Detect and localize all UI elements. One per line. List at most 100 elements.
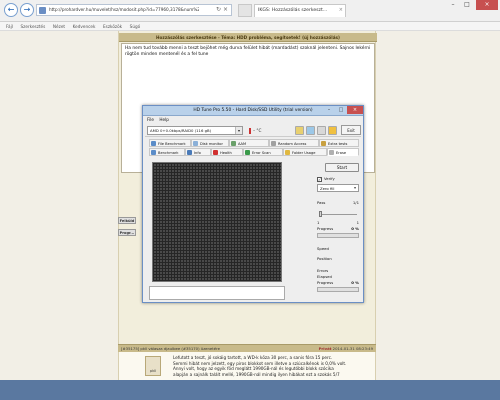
info-icon xyxy=(187,150,192,155)
tab-info-label: Info xyxy=(194,151,201,155)
drive-select[interactable]: AMD 0+0.0kbps/RAID0 (116 gB) ▾ xyxy=(147,126,243,135)
preview-button[interactable]: Progr... xyxy=(118,229,136,236)
close-button[interactable]: × xyxy=(476,0,498,10)
tab-file-benchmark-label: File Benchmark xyxy=(158,142,186,146)
tab-erase[interactable]: Erase xyxy=(327,148,359,156)
aam-icon xyxy=(231,141,236,146)
folder-usage-icon xyxy=(285,150,290,155)
menu-tools[interactable]: Eszközök xyxy=(103,22,122,31)
refresh-icon[interactable]: ↻ × xyxy=(216,6,228,13)
disk-monitor-icon xyxy=(193,141,198,146)
maximize-button[interactable]: □ xyxy=(460,0,474,10)
tab-random-access[interactable]: Random Access xyxy=(269,139,319,147)
progress-value-2: 0 % xyxy=(351,280,359,285)
error-scan-icon xyxy=(245,150,250,155)
submit-button[interactable]: Felküld xyxy=(118,217,136,224)
tab-active-label: IKGS: Hozzászólás szerkeszt... xyxy=(258,8,328,13)
file-benchmark-icon xyxy=(151,141,156,146)
erase-mode-select[interactable]: Zero fill ▾ xyxy=(317,184,359,192)
slider-thumb[interactable] xyxy=(319,211,322,217)
verify-checkbox[interactable]: ✓ Verify xyxy=(317,176,335,182)
menu-edit[interactable]: Szerkesztés xyxy=(21,22,46,31)
progress-label-1: Progress xyxy=(317,226,334,231)
tab-disk-monitor[interactable]: Disk monitor xyxy=(191,139,229,147)
pass-value: 1/1 xyxy=(352,200,359,205)
forward-button[interactable]: → xyxy=(20,3,34,17)
tab-folder-usage[interactable]: Folder Usage xyxy=(283,148,327,156)
extra-tests-icon xyxy=(321,141,326,146)
copy-icon[interactable] xyxy=(295,126,304,135)
hdtune-menu-file[interactable]: File xyxy=(147,116,154,124)
tab-error-scan[interactable]: Error Scan xyxy=(243,148,283,156)
tab-file-benchmark[interactable]: File Benchmark xyxy=(149,139,191,147)
avatar[interactable]: pkll xyxy=(145,356,161,376)
reply-header: [#35175] pkll válasza djaulbee (#35170) … xyxy=(118,344,376,352)
menu-view[interactable]: Nézet xyxy=(53,22,65,31)
thermometer-icon xyxy=(249,128,251,134)
address-url[interactable]: http://prohardver.hu/muvelet/hsz/modosit… xyxy=(49,7,199,12)
reply-text: Lefutott a teszt, jó sokáig tartott, a W… xyxy=(173,355,373,377)
chevron-down-icon[interactable]: ▾ xyxy=(235,127,242,134)
options-icon[interactable] xyxy=(328,126,337,135)
tab-disk-monitor-label: Disk monitor xyxy=(200,142,223,146)
start-button[interactable]: Start xyxy=(325,163,359,172)
verify-checkbox-box[interactable]: ✓ xyxy=(317,176,322,182)
progress-label-2: Progress xyxy=(317,280,334,285)
tab-benchmark[interactable]: Benchmark xyxy=(149,148,185,156)
hdtune-titlebar[interactable]: HD Tune Pro 5.50 - Hard Disk/SSD Utility… xyxy=(143,106,363,116)
verify-label: Verify xyxy=(324,176,335,181)
random-access-icon xyxy=(271,141,276,146)
reply-private-link[interactable]: Privát xyxy=(319,346,332,351)
tab-active[interactable]: IKGS: Hozzászólás szerkeszt... × xyxy=(254,4,346,17)
tab-close-icon[interactable]: × xyxy=(339,7,343,13)
erase-controls: Start ✓ Verify Zero fill ▾ Pass 1/1 1 1 P… xyxy=(317,162,361,302)
tab-benchmark-label: Benchmark xyxy=(158,151,179,155)
menu-file[interactable]: Fájl xyxy=(6,22,13,31)
exit-button[interactable]: Exit xyxy=(341,125,361,135)
tab-random-access-label: Random Access xyxy=(278,142,307,146)
tab-aam[interactable]: AAM xyxy=(229,139,269,147)
reply-header-text: [#35175] pkll válasza djaulbee (#35170) … xyxy=(121,346,220,351)
reply-body: pkll Lefutott a teszt, jó sokáig tartott… xyxy=(118,352,376,380)
erase-block-map xyxy=(152,162,282,282)
speed-label: Speed xyxy=(317,246,329,251)
tab-inactive[interactable] xyxy=(238,4,252,17)
hdtune-toolbar: AMD 0+0.0kbps/RAID0 (116 gB) ▾ – °C Exit xyxy=(145,125,361,137)
temperature-value: – °C xyxy=(253,128,262,133)
pass-slider[interactable] xyxy=(317,210,359,218)
hdtune-title: HD Tune Pro 5.50 - Hard Disk/SSD Utility… xyxy=(193,108,313,113)
hdtune-close-button[interactable]: × xyxy=(347,106,363,114)
minimize-button[interactable]: – xyxy=(446,0,460,10)
hdtune-tabs: File Benchmark Disk monitor AAM Random A… xyxy=(147,139,361,157)
tab-health[interactable]: Health xyxy=(211,148,243,156)
back-button[interactable]: ← xyxy=(4,3,18,17)
address-bar[interactable]: http://prohardver.hu/muvelet/hsz/modosit… xyxy=(36,4,232,16)
site-icon xyxy=(39,7,46,14)
menu-favorites[interactable]: Kedvencek xyxy=(73,22,96,31)
progress-bar-2 xyxy=(317,287,359,292)
tab-extra-tests-label: Extra tests xyxy=(328,142,348,146)
temperature-readout: – °C xyxy=(249,126,261,135)
chevron-down-icon[interactable]: ▾ xyxy=(352,185,358,191)
menu-help[interactable]: Súgó xyxy=(130,22,141,31)
browser-titlebar: ← → http://prohardver.hu/muvelet/hsz/mod… xyxy=(0,0,500,22)
slider-track xyxy=(319,214,357,215)
tab-health-label: Health xyxy=(220,151,232,155)
tab-aam-label: AAM xyxy=(238,142,247,146)
health-icon xyxy=(213,150,218,155)
forum-header: Hozzászólás szerkesztése - Téma: HDD pro… xyxy=(119,33,377,42)
tab-folder-usage-label: Folder Usage xyxy=(292,151,316,155)
save-icon[interactable] xyxy=(306,126,315,135)
tab-error-scan-label: Error Scan xyxy=(252,151,271,155)
drive-select-value: AMD 0+0.0kbps/RAID0 (116 gB) xyxy=(150,128,212,133)
log-box xyxy=(149,286,285,300)
hdtune-menu-help[interactable]: Help xyxy=(159,116,169,124)
tab-info[interactable]: Info xyxy=(185,148,211,156)
pass-label: Pass xyxy=(317,200,326,205)
browser-menubar: Fájl Szerkesztés Nézet Kedvencek Eszközö… xyxy=(0,22,500,31)
hdtune-maximize-button[interactable]: □ xyxy=(335,106,347,114)
tab-extra-tests[interactable]: Extra tests xyxy=(319,139,359,147)
reply-date: 2014-01-31 08:23:49 xyxy=(332,346,373,351)
screenshot-icon[interactable] xyxy=(317,126,326,135)
hdtune-minimize-button[interactable]: – xyxy=(323,106,335,114)
